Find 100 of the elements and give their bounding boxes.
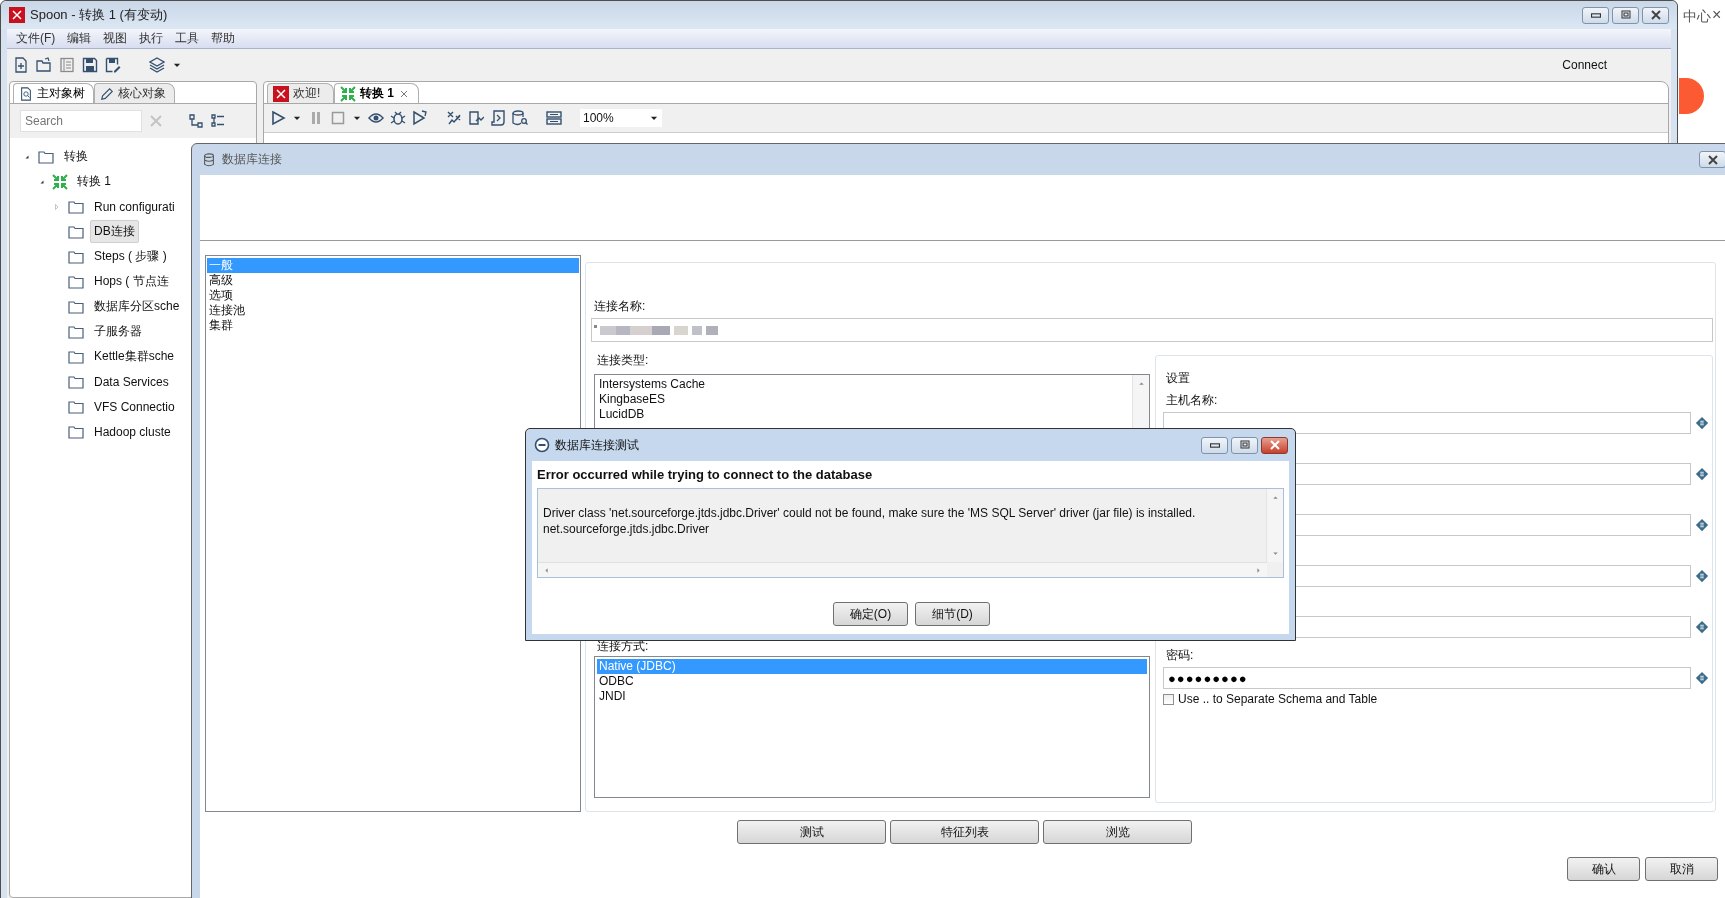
database-search-icon[interactable]	[512, 110, 528, 126]
list-item[interactable]: 选项	[207, 288, 579, 303]
dialog-button[interactable]: 细节(D)	[915, 602, 990, 626]
tree-item[interactable]: Steps ( 步骤 )	[90, 245, 171, 268]
close-button[interactable]	[1642, 6, 1669, 24]
minimize-button[interactable]	[1201, 436, 1228, 454]
eye-icon[interactable]	[368, 110, 384, 126]
menu-item[interactable]: 编辑	[61, 30, 98, 47]
list-item[interactable]: LucidDB	[597, 407, 1130, 422]
close-icon	[1707, 154, 1718, 165]
panel-tab[interactable]: 核心对象	[94, 83, 175, 103]
page-link[interactable]: 中心	[1683, 8, 1711, 26]
expand-tree-icon[interactable]	[210, 113, 226, 129]
folder-icon	[67, 348, 85, 365]
list-item[interactable]: 集群	[207, 318, 579, 333]
logo-icon	[273, 85, 289, 102]
checkbox[interactable]	[1163, 693, 1174, 705]
logo-icon	[9, 7, 25, 23]
action-button[interactable]: 浏览	[1043, 820, 1192, 844]
close-glyph[interactable]: ×	[1712, 6, 1722, 24]
field-label: 连接类型:	[596, 352, 650, 368]
list-item[interactable]: JNDI	[597, 689, 1147, 704]
menu-item[interactable]: 执行	[133, 30, 170, 47]
field-label: 连接名称:	[593, 298, 647, 314]
window-title: Spoon - 转换 1 (有变动)	[30, 6, 168, 24]
save-icon[interactable]	[82, 57, 98, 73]
new-file-icon[interactable]	[13, 57, 29, 73]
search-field[interactable]: Search	[20, 110, 142, 132]
play-icon[interactable]	[270, 110, 286, 126]
layers-icon[interactable]	[149, 57, 165, 73]
editor-tab[interactable]: 转换 1	[334, 83, 419, 103]
folder-icon	[67, 398, 85, 415]
menu-item[interactable]: 文件(F)	[10, 30, 62, 47]
floating-button[interactable]	[1679, 78, 1704, 114]
tree-item[interactable]: DB连接	[90, 220, 139, 243]
dialog-button[interactable]: 确定(O)	[833, 602, 908, 626]
replay-icon[interactable]	[412, 110, 428, 126]
connect-link[interactable]: Connect	[1562, 58, 1607, 72]
bug-icon[interactable]	[390, 110, 406, 126]
action-button[interactable]: 特征列表	[890, 820, 1039, 844]
scroll-up-icon	[1136, 379, 1146, 388]
tree-item[interactable]: 转换	[60, 145, 92, 168]
tree-item[interactable]: Run configurati	[90, 196, 179, 217]
folder-icon	[67, 323, 85, 340]
tree-item[interactable]: Kettle集群sche	[90, 345, 179, 368]
tree-item[interactable]: Hops ( 节点连	[90, 270, 173, 293]
database-icon	[202, 152, 216, 167]
minus-circle-icon	[534, 437, 550, 453]
zoom-dropdown[interactable]: 100%	[580, 109, 662, 127]
collapse-tree-icon[interactable]	[188, 113, 204, 129]
scrollbar[interactable]	[1266, 489, 1283, 562]
folder-icon	[67, 423, 85, 440]
close-button[interactable]	[1699, 151, 1725, 168]
menu-item[interactable]: 工具	[169, 30, 206, 47]
error-text: Driver class 'net.sourceforge.jtds.jdbc.Driver' could not be found, make sure the 'MS SQL Server' driver (jar file) is installed.	[543, 505, 1197, 521]
scroll-down-icon	[1270, 549, 1280, 558]
minimize-icon	[1209, 442, 1220, 448]
grid-icon[interactable]	[546, 110, 562, 126]
list-item[interactable]: ODBC	[597, 674, 1147, 689]
tree-item[interactable]: 转换 1	[73, 170, 115, 193]
arrows-icon	[52, 173, 68, 190]
panel-tab[interactable]: 主对象树	[13, 83, 94, 103]
tree-item[interactable]: VFS Connectio	[90, 396, 179, 417]
open-folder-icon[interactable]	[36, 57, 52, 73]
close-button[interactable]	[1261, 436, 1288, 454]
name-field[interactable]	[591, 318, 1713, 342]
minimize-button[interactable]	[1582, 6, 1609, 24]
maximize-icon	[1620, 10, 1631, 20]
tree-item[interactable]: Hadoop cluste	[90, 421, 175, 442]
scrollbar[interactable]	[538, 562, 1267, 577]
tree-item[interactable]: 子服务器	[90, 320, 146, 343]
list-item[interactable]: 高级	[207, 273, 579, 288]
checkbox-label: Use .. to Separate Schema and Table	[1178, 692, 1378, 706]
close-icon	[1650, 10, 1661, 20]
close-icon	[1269, 440, 1280, 450]
list-item[interactable]: 连接池	[207, 303, 579, 318]
action-button[interactable]: 测试	[737, 820, 886, 844]
folder-icon	[37, 148, 55, 165]
save-as-icon[interactable]	[105, 57, 121, 73]
dialog-button[interactable]: 确认	[1567, 857, 1640, 881]
field-label: 主机名称:	[1165, 392, 1219, 408]
list-icon[interactable]	[59, 57, 75, 73]
dialog-title: 数据库连接测试	[555, 436, 639, 454]
script-icon[interactable]	[490, 110, 506, 126]
input-field[interactable]: ●●●●●●●●●	[1163, 667, 1691, 689]
arrows-icon[interactable]	[340, 85, 356, 102]
menu-item[interactable]: 帮助	[205, 30, 242, 47]
tree-item[interactable]: Data Services	[90, 371, 173, 392]
folder-icon	[67, 298, 85, 315]
maximize-icon	[1239, 440, 1250, 450]
minimize-icon	[1590, 12, 1601, 18]
dialog-button[interactable]: 取消	[1645, 857, 1718, 881]
tree-item[interactable]: 数据库分区sche	[90, 295, 184, 318]
list-item[interactable]: KingbaseES	[597, 392, 1130, 407]
folder-icon	[67, 198, 85, 215]
dialog-title: 数据库连接	[222, 151, 282, 168]
menu-item[interactable]: 视图	[97, 30, 134, 47]
list-item[interactable]: Intersystems Cache	[597, 377, 1130, 392]
editor-tab[interactable]: 欢迎!	[267, 83, 334, 103]
maximize-button[interactable]	[1231, 436, 1258, 454]
